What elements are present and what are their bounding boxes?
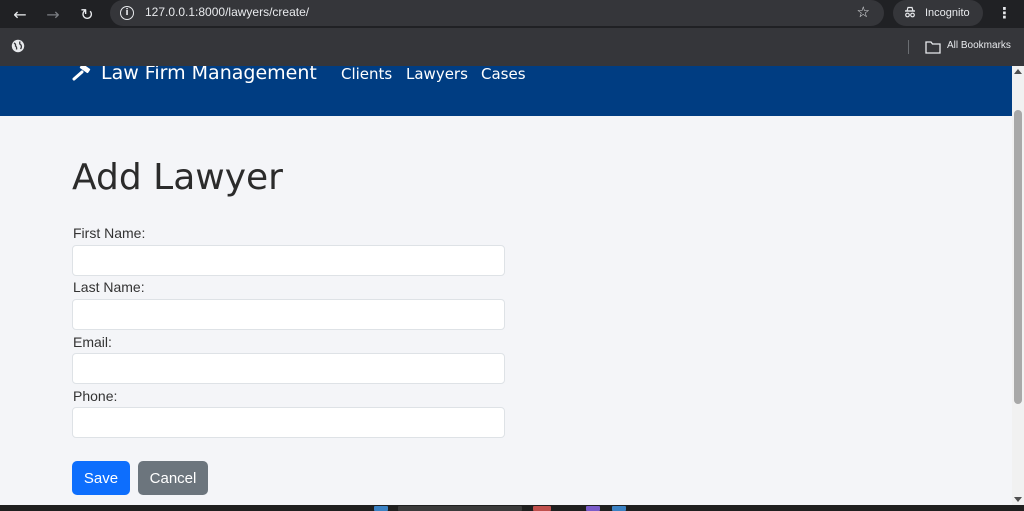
brand-name: Law Firm Management [101,66,317,84]
address-bar[interactable]: i 127.0.0.1:8000/lawyers/create/ ☆ [110,0,884,26]
scroll-down-icon[interactable] [1014,497,1022,502]
scrollbar-thumb[interactable] [1014,110,1022,404]
first-name-label: First Name: [73,225,146,241]
nav-cases[interactable]: Cases [481,66,526,83]
forward-icon[interactable]: → [42,3,64,25]
globe-icon[interactable] [11,39,25,53]
bookmarks-divider [908,40,909,54]
scroll-up-icon[interactable] [1014,69,1022,74]
reload-icon[interactable]: ↻ [76,3,98,25]
page-scrollbar[interactable] [1012,66,1024,505]
first-name-input[interactable] [72,245,505,276]
last-name-input[interactable] [72,299,505,330]
bookmark-star-icon[interactable]: ☆ [857,3,870,21]
phone-label: Phone: [73,388,118,404]
email-label: Email: [73,334,112,350]
folder-icon[interactable] [925,40,941,54]
email-input[interactable] [72,353,505,384]
save-button[interactable]: Save [72,461,130,495]
page-title: Add Lawyer [72,157,283,198]
site-header: Law Firm Management Clients Lawyers Case… [0,66,1012,116]
last-name-label: Last Name: [73,279,145,295]
cancel-button[interactable]: Cancel [138,461,208,495]
nav-lawyers[interactable]: Lawyers [406,66,468,83]
os-taskbar [0,505,1024,511]
all-bookmarks-link[interactable]: All Bookmarks [947,40,1011,51]
browser-toolbar: ← → ↻ i 127.0.0.1:8000/lawyers/create/ ☆… [0,0,1024,28]
gavel-icon [72,66,91,81]
site-info-icon[interactable]: i [120,6,134,20]
taskbar-app-icon[interactable] [586,506,600,511]
taskbar-app-icon[interactable] [612,506,626,511]
phone-input[interactable] [72,407,505,438]
nav-clients[interactable]: Clients [341,66,392,83]
incognito-icon [905,6,915,18]
bookmarks-bar: All Bookmarks [0,28,1024,66]
browser-menu-icon[interactable]: ⋮ [997,3,1012,25]
incognito-label: Incognito [925,7,970,19]
taskbar-search-box[interactable] [398,506,522,511]
url-text[interactable]: 127.0.0.1:8000/lawyers/create/ [145,5,309,19]
back-icon[interactable]: ← [9,3,31,25]
incognito-badge[interactable]: Incognito [893,0,983,26]
brand-link[interactable]: Law Firm Management [72,66,317,84]
taskbar-app-icon[interactable] [533,506,551,511]
page-viewport: Law Firm Management Clients Lawyers Case… [0,66,1012,505]
taskbar-start-icon[interactable] [374,506,388,511]
